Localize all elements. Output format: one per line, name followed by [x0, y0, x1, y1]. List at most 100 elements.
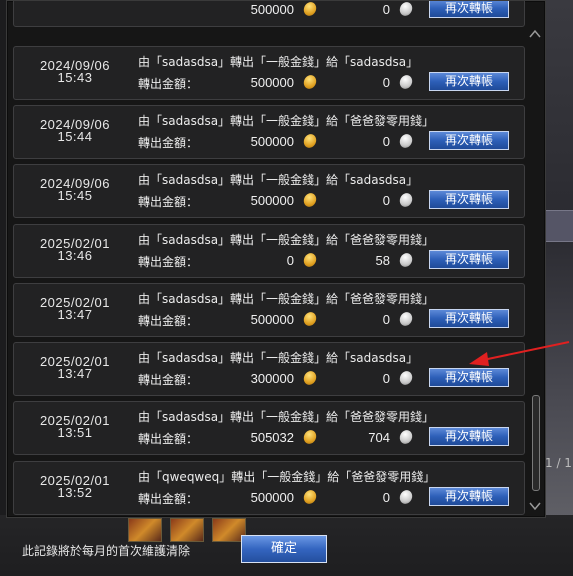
background-side-widget — [545, 210, 573, 242]
scroll-up-icon[interactable] — [528, 29, 542, 41]
gold-amount: 500000 — [250, 2, 294, 17]
amount-label: 轉出金額： — [138, 314, 199, 328]
transfer-list[interactable]: 500000 0 再次轉帳 2024/09/06 15:43 由「sadasdsa… — [13, 1, 525, 517]
transfer-row: 500000 0 再次轉帳 — [13, 1, 525, 27]
retransfer-button[interactable]: 再次轉帳 — [429, 1, 509, 18]
amount-label: 轉出金額： — [138, 195, 199, 209]
gold-coin-icon — [301, 428, 319, 446]
transfer-datetime: 2024/09/06 15:44 — [14, 118, 136, 144]
transfer-row: 2025/02/01 13:47 由「sadasdsa」轉出「一般金錢」給「sad… — [13, 342, 525, 396]
skill-slot-icon — [128, 518, 162, 542]
transfer-datetime: 2025/02/01 13:47 — [14, 355, 136, 381]
skill-slot-icon — [170, 518, 204, 542]
gold-coin-icon — [301, 1, 319, 18]
transfer-description: 由「sadasdsa」轉出「一般金錢」給「爸爸發零用錢」 — [138, 114, 435, 128]
gold-amount: 500000 — [250, 193, 294, 208]
silver-coin-icon — [397, 73, 415, 91]
silver-amount: 0 — [382, 193, 390, 208]
gold-coin-icon — [301, 251, 319, 269]
transfer-row: 2025/02/01 13:46 由「sadasdsa」轉出「一般金錢」給「爸爸發… — [13, 224, 525, 278]
amount-label: 轉出金額： — [138, 255, 199, 269]
transfer-datetime: 2025/02/01 13:47 — [14, 296, 136, 322]
confirm-button[interactable]: 確定 — [241, 535, 327, 563]
transfer-datetime: 2025/02/01 13:52 — [14, 474, 136, 500]
transfer-time: 15:45 — [57, 188, 93, 203]
silver-coin-icon — [397, 251, 415, 269]
retransfer-button[interactable]: 再次轉帳 — [429, 131, 509, 150]
silver-coin-icon — [397, 1, 415, 18]
transfer-time: 13:52 — [57, 485, 93, 500]
gold-amount: 500000 — [250, 312, 294, 327]
scroll-down-icon[interactable] — [528, 501, 542, 513]
amount-label: 轉出金額： — [138, 432, 199, 446]
amount-label: 轉出金額： — [138, 492, 199, 506]
amount-label: 轉出金額： — [138, 373, 199, 387]
transfer-datetime: 2025/02/01 13:51 — [14, 414, 136, 440]
background-page-counter: 1 / 1 — [545, 456, 572, 470]
retransfer-button[interactable]: 再次轉帳 — [429, 427, 509, 446]
gold-amount: 0 — [286, 253, 294, 268]
silver-coin-icon — [397, 488, 415, 506]
transfer-row: 2024/09/06 15:43 由「sadasdsa」轉出「一般金錢」給「sad… — [13, 46, 525, 100]
transfer-time: 15:44 — [57, 129, 93, 144]
gold-amount: 505032 — [250, 430, 294, 445]
transfer-description: 由「sadasdsa」轉出「一般金錢」給「爸爸發零用錢」 — [138, 292, 435, 306]
transfer-datetime: 2024/09/06 15:43 — [14, 59, 136, 85]
retransfer-button[interactable]: 再次轉帳 — [429, 250, 509, 269]
silver-coin-icon — [397, 132, 415, 150]
transfer-row: 2025/02/01 13:47 由「sadasdsa」轉出「一般金錢」給「爸爸發… — [13, 283, 525, 337]
transfer-row: 2025/02/01 13:52 由「qweqweq」轉出「一般金錢」給「爸爸發零… — [13, 461, 525, 515]
silver-coin-icon — [397, 310, 415, 328]
transfer-description: 由「sadasdsa」轉出「一般金錢」給「爸爸發零用錢」 — [138, 410, 435, 424]
gold-coin-icon — [301, 488, 319, 506]
gold-coin-icon — [301, 132, 319, 150]
transfer-description: 由「sadasdsa」轉出「一般金錢」給「sadasdsa」 — [138, 351, 419, 365]
amount-label: 轉出金額： — [138, 77, 199, 91]
gold-amount: 500000 — [250, 490, 294, 505]
scrollbar-thumb[interactable] — [532, 395, 540, 491]
silver-coin-icon — [397, 191, 415, 209]
transfer-description: 由「qweqweq」轉出「一般金錢」給「爸爸發零用錢」 — [138, 470, 436, 484]
transfer-time: 13:51 — [57, 425, 93, 440]
silver-amount: 0 — [382, 75, 390, 90]
retransfer-button[interactable]: 再次轉帳 — [429, 72, 509, 91]
retransfer-button[interactable]: 再次轉帳 — [429, 309, 509, 328]
retention-note: 此記錄將於每月的首次維護清除 — [22, 544, 191, 558]
gold-coin-icon — [301, 191, 319, 209]
transfer-description: 由「sadasdsa」轉出「一般金錢」給「爸爸發零用錢」 — [138, 233, 435, 247]
transfer-row: 2024/09/06 15:44 由「sadasdsa」轉出「一般金錢」給「爸爸發… — [13, 105, 525, 159]
transfer-datetime: 2024/09/06 15:45 — [14, 177, 136, 203]
silver-amount: 704 — [368, 430, 390, 445]
retransfer-button[interactable]: 再次轉帳 — [429, 368, 509, 387]
silver-amount: 0 — [382, 490, 390, 505]
silver-amount: 0 — [382, 371, 390, 386]
silver-amount: 0 — [382, 312, 390, 327]
gold-coin-icon — [301, 369, 319, 387]
transfer-row: 2024/09/06 15:45 由「sadasdsa」轉出「一般金錢」給「sad… — [13, 164, 525, 218]
retransfer-button[interactable]: 再次轉帳 — [429, 190, 509, 209]
transfer-row: 2025/02/01 13:51 由「sadasdsa」轉出「一般金錢」給「爸爸發… — [13, 401, 525, 455]
gold-coin-icon — [301, 310, 319, 328]
gold-amount: 300000 — [250, 371, 294, 386]
transfer-description: 由「sadasdsa」轉出「一般金錢」給「sadasdsa」 — [138, 55, 419, 69]
annotation-arrow-icon — [469, 341, 570, 366]
retransfer-button[interactable]: 再次轉帳 — [429, 487, 509, 506]
gold-amount: 500000 — [250, 134, 294, 149]
transfer-time: 13:46 — [57, 248, 93, 263]
transfer-history-panel: 500000 0 再次轉帳 2024/09/06 15:43 由「sadasdsa… — [6, 0, 546, 518]
gold-amount: 500000 — [250, 75, 294, 90]
gold-coin-icon — [301, 73, 319, 91]
silver-coin-icon — [397, 369, 415, 387]
background-scene-right — [545, 0, 573, 576]
transfer-time: 15:43 — [57, 70, 93, 85]
silver-amount: 0 — [382, 2, 390, 17]
silver-amount: 0 — [382, 134, 390, 149]
scrollbar[interactable] — [528, 29, 542, 513]
transfer-time: 13:47 — [57, 307, 93, 322]
transfer-datetime: 2025/02/01 13:46 — [14, 237, 136, 263]
amount-label: 轉出金額： — [138, 136, 199, 150]
silver-amount: 58 — [375, 253, 390, 268]
silver-coin-icon — [397, 428, 415, 446]
transfer-description: 由「sadasdsa」轉出「一般金錢」給「sadasdsa」 — [138, 173, 419, 187]
transfer-time: 13:47 — [57, 366, 93, 381]
